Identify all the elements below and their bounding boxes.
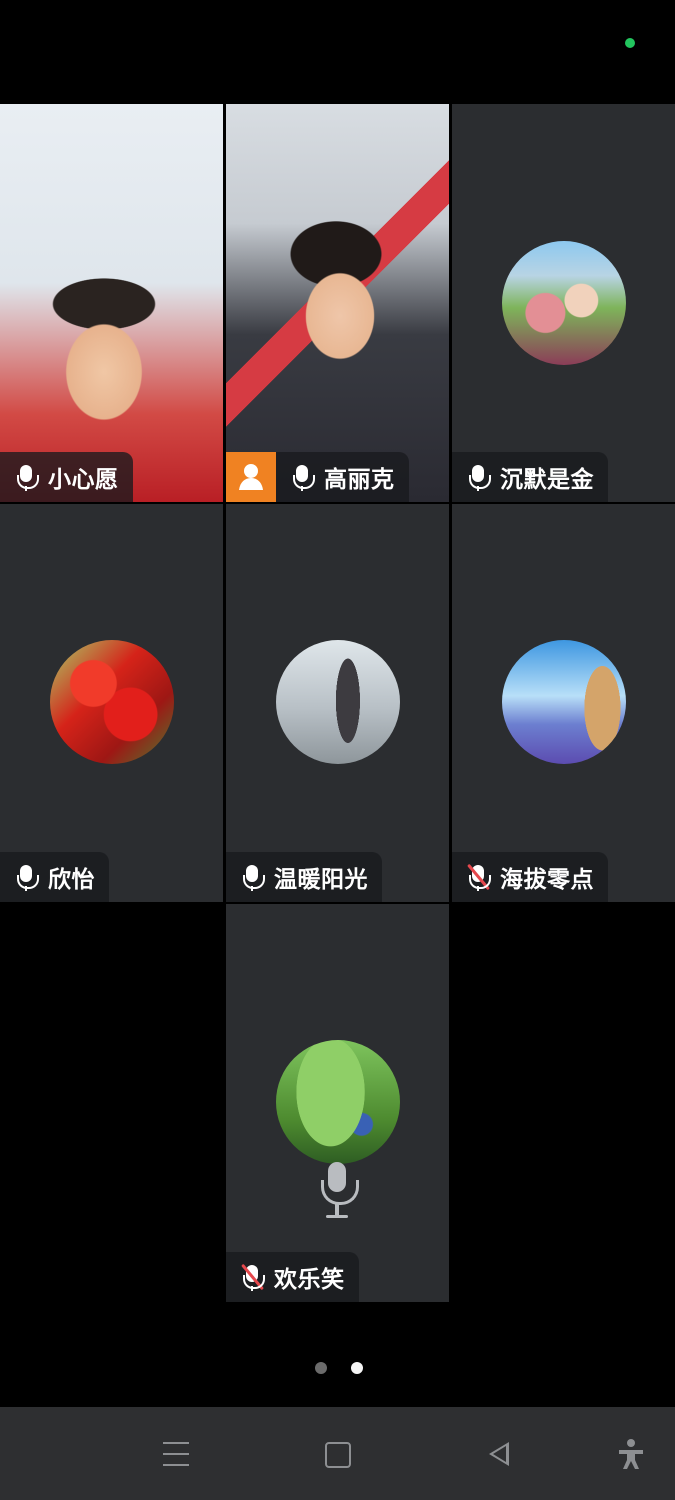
participant-tile-xiao-xin-yuan[interactable]: 小心愿: [0, 104, 223, 502]
participant-name-tag: 欢乐笑: [226, 1252, 359, 1302]
host-icon: [226, 452, 276, 502]
participant-avatar: [275, 640, 400, 764]
status-bar: [0, 0, 675, 100]
back-icon[interactable]: [482, 1437, 516, 1471]
participant-tile-wen-nuan-yang-guang[interactable]: 温暖阳光: [226, 504, 449, 902]
participant-avatar: [275, 1040, 400, 1164]
participant-name: 欢乐笑: [274, 1267, 345, 1293]
page-indicator[interactable]: [315, 1362, 363, 1374]
participant-name: 小心愿: [48, 467, 119, 493]
microphone-icon: [464, 463, 492, 491]
microphone-icon: [238, 863, 266, 891]
participant-tile-huan-le-xiao[interactable]: 欢乐笑: [226, 904, 449, 1302]
participant-name-tag: 沉默是金: [452, 452, 608, 502]
menu-icon[interactable]: [159, 1437, 193, 1471]
participant-avatar: [501, 241, 626, 365]
participant-video: [226, 104, 449, 502]
participant-name-tag: 小心愿: [0, 452, 133, 502]
microphone-icon: [288, 463, 316, 491]
accessibility-icon[interactable]: [614, 1437, 648, 1471]
participant-name: 欣怡: [48, 867, 95, 893]
microphone-icon: [12, 463, 40, 491]
system-navigation-bar: [0, 1407, 675, 1500]
microphone-muted-icon: [238, 1263, 266, 1291]
participant-name: 温暖阳光: [274, 867, 368, 893]
participant-name: 高丽克: [324, 467, 395, 493]
participant-avatar: [49, 640, 174, 764]
participant-name-tag: 海拔零点: [452, 852, 608, 902]
participant-name-tag: 温暖阳光: [226, 852, 382, 902]
page-dot[interactable]: [315, 1362, 327, 1374]
participant-tile-chen-mo-shi-jin[interactable]: 沉默是金: [452, 104, 675, 502]
participant-video: [0, 104, 223, 502]
participant-name-tag: 欣怡: [0, 852, 109, 902]
microphone-muted-icon: [464, 863, 492, 891]
microphone-icon: [317, 1162, 359, 1218]
participant-name-tag: 高丽克: [226, 452, 409, 502]
participant-name: 海拔零点: [500, 867, 594, 893]
microphone-icon: [12, 863, 40, 891]
participant-name: 沉默是金: [500, 467, 594, 493]
participant-tile-gao-li-ke[interactable]: 高丽克: [226, 104, 449, 502]
participant-tile-xin-yi[interactable]: 欣怡: [0, 504, 223, 902]
home-icon[interactable]: [320, 1437, 354, 1471]
participant-tile-hai-ba-ling-dian[interactable]: 海拔零点: [452, 504, 675, 902]
participant-avatar: [501, 640, 626, 764]
connection-status-icon: [625, 38, 635, 48]
current-page-dot[interactable]: [351, 1362, 363, 1374]
